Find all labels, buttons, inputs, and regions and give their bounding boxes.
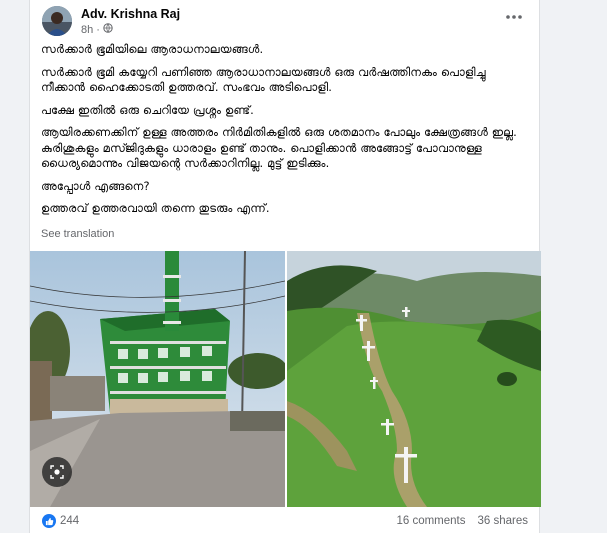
post-header: Adv. Krishna Raj 8h · (42, 6, 531, 40)
post-paragraph-3: പക്ഷേ ഇതിൽ ഒരു ചെറിയേ പ്രശ്നം ഉണ്ട്. (41, 102, 254, 117)
photo-grid (30, 251, 541, 507)
mosque-street-photo[interactable] (30, 251, 285, 507)
post-paragraph-6: ഉത്തരവ് ഉത്തരവായി തന്നെ തുടരും എന്ന്. (41, 201, 270, 215)
see-translation-link[interactable]: See translation (41, 228, 114, 240)
post-paragraph-2: സർക്കാർ ഭൂമി കയ്യേറി പണിഞ്ഞ ആരാധാനാലയങ്ങ… (41, 64, 486, 95)
post-body: സർക്കാർ ഭൂമിയിലെ ആരാധനാലയങ്ങൾ. സർക്കാർ ഭ… (41, 42, 531, 224)
more-horizontal-icon[interactable] (503, 10, 525, 24)
comments-count-link[interactable]: 16 comments (396, 515, 465, 527)
like-icon (42, 514, 56, 528)
reactions-summary[interactable]: 244 (42, 514, 79, 528)
post-paragraph-4: ആയിരക്കണക്കിന് ഉള്ള അത്തരം നിർമിതികളിൽ ഒ… (41, 125, 517, 170)
post-time[interactable]: 8h (81, 24, 93, 36)
post-paragraph-5: അപ്പോൾ എങ്ങനെ? (41, 178, 150, 193)
shares-count-link[interactable]: 36 shares (477, 515, 528, 527)
post-card: Adv. Krishna Raj 8h · സർക്കാർ ഭൂമിയിലെ ആ… (29, 0, 541, 533)
avatar[interactable] (42, 6, 72, 36)
meta-separator: · (96, 23, 100, 36)
post-paragraph-1: സർക്കാർ ഭൂമിയിലെ ആരാധനാലയങ്ങൾ. (41, 42, 264, 56)
post-meta: 8h · (81, 23, 113, 36)
reaction-count: 244 (60, 515, 80, 527)
post-footer: 244 16 comments 36 shares (30, 507, 541, 533)
hill-crosses-photo[interactable] (287, 251, 541, 507)
post-stats: 16 comments 36 shares (396, 515, 528, 527)
globe-icon (103, 23, 113, 36)
author-name[interactable]: Adv. Krishna Raj (81, 7, 180, 21)
visual-search-icon[interactable] (42, 457, 72, 487)
